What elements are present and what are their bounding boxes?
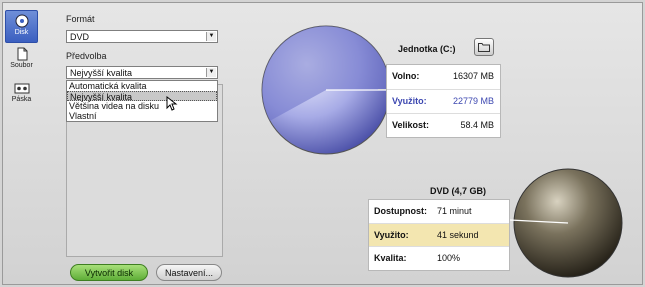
dvd-usage-sphere xyxy=(510,168,623,278)
list-item[interactable]: Většina videa na disku xyxy=(67,101,217,111)
dvd-available-label: Dostupnost: xyxy=(374,206,427,216)
preset-label: Předvolba xyxy=(66,51,107,61)
drive-free-label: Volno: xyxy=(392,71,420,81)
list-item-selected[interactable]: Nejvyšší kvalita xyxy=(67,91,217,102)
chevron-down-icon[interactable]: ▼ xyxy=(206,68,216,77)
drive-used-value: 22779 MB xyxy=(452,96,494,106)
preset-dropdown-list[interactable]: Automatická kvalita Nejvyšší kvalita Vět… xyxy=(66,80,218,122)
disc-icon xyxy=(15,14,28,28)
drive-info-card: Volno: 16307 MB Využito: 22779 MB Veliko… xyxy=(386,64,501,138)
dvd-quality-row: Kvalita: 100% xyxy=(369,246,509,270)
settings-button[interactable]: Nastavení... xyxy=(156,264,222,281)
format-label: Formát xyxy=(66,14,95,24)
sidebar-item-label: Páska xyxy=(11,96,32,103)
left-toolbar: Disk Soubor Páska xyxy=(5,10,38,112)
drive-size-label: Velikost: xyxy=(392,120,430,130)
dvd-title: DVD (4,7 GB) xyxy=(430,186,487,196)
drive-usage-pie xyxy=(261,25,392,155)
dvd-info-card: Dostupnost: 71 minut Využito: 41 sekund … xyxy=(368,199,510,271)
sidebar-item-tape[interactable]: Páska xyxy=(5,78,38,111)
dvd-used-value: 41 sekund xyxy=(437,230,479,240)
sidebar-item-label: Soubor xyxy=(10,62,33,69)
drive-used-row: Využito: 22779 MB xyxy=(387,89,500,113)
format-value: DVD xyxy=(70,32,90,42)
chevron-down-icon[interactable]: ▼ xyxy=(206,32,216,41)
drive-free-value: 16307 MB xyxy=(452,71,494,81)
mouse-cursor-icon xyxy=(166,96,178,111)
list-item[interactable]: Vlastní xyxy=(67,111,217,121)
dvd-quality-label: Kvalita: xyxy=(374,253,407,263)
dvd-used-row: Využito: 41 sekund xyxy=(369,223,509,247)
preset-value: Nejvyšší kvalita xyxy=(70,68,133,78)
drive-size-row: Velikost: 58.4 MB xyxy=(387,113,500,137)
dvd-quality-value: 100% xyxy=(437,253,461,263)
format-select[interactable]: DVD ▼ xyxy=(66,30,218,43)
list-item[interactable]: Automatická kvalita xyxy=(67,81,217,91)
dvd-available-value: 71 minut xyxy=(437,206,472,216)
sidebar-item-label: Disk xyxy=(14,29,29,36)
folder-icon xyxy=(478,43,490,52)
dvd-used-label: Využito: xyxy=(374,230,409,240)
drive-free-row: Volno: 16307 MB xyxy=(387,65,500,88)
file-icon xyxy=(17,47,27,61)
browse-folder-button[interactable] xyxy=(474,38,494,56)
sidebar-item-file[interactable]: Soubor xyxy=(5,44,38,77)
tape-icon xyxy=(14,83,29,94)
create-disc-button[interactable]: Vytvořit disk xyxy=(70,264,148,281)
drive-title: Jednotka (C:) xyxy=(398,44,456,54)
dvd-available-row: Dostupnost: 71 minut xyxy=(369,200,509,223)
drive-used-label: Využito: xyxy=(392,96,427,106)
sidebar-item-disk[interactable]: Disk xyxy=(5,10,38,43)
preset-select[interactable]: Nejvyšší kvalita ▼ xyxy=(66,66,218,79)
drive-size-value: 58.4 MB xyxy=(460,120,494,130)
